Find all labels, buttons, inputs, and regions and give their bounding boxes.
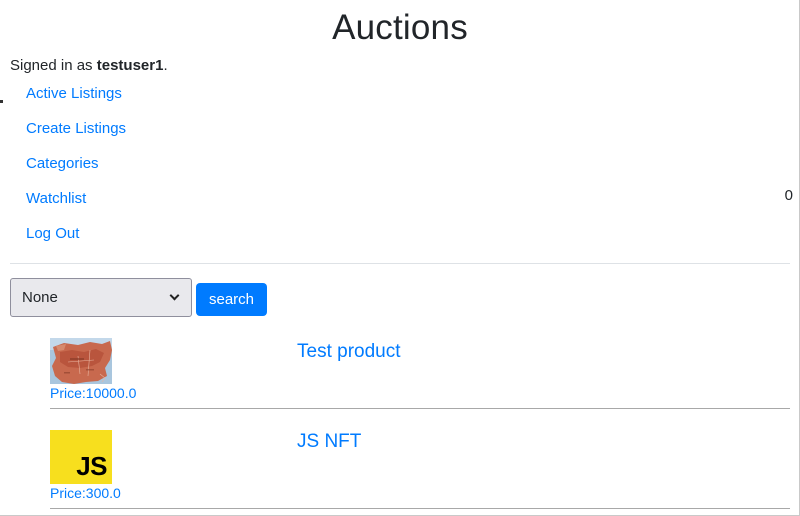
listing-price: Price:300.0 bbox=[50, 485, 121, 501]
listing-thumbnail-map[interactable] bbox=[50, 338, 112, 384]
listing-item: Test product Price:10000.0 bbox=[50, 338, 790, 410]
signed-in-suffix: . bbox=[163, 57, 168, 74]
nav-item-watchlist: Watchlist bbox=[26, 189, 126, 224]
nav-link-create-listings[interactable]: Create Listings bbox=[26, 120, 126, 137]
listing-item: JS JS NFT Price:300.0 bbox=[50, 430, 790, 510]
nav-item-log-out: Log Out bbox=[26, 224, 126, 259]
nav-item-create-listings: Create Listings bbox=[26, 119, 126, 154]
listing-title[interactable]: JS NFT bbox=[297, 431, 361, 453]
nav-link-watchlist[interactable]: Watchlist bbox=[26, 190, 86, 207]
nav-item-active-listings: Active Listings bbox=[26, 84, 126, 119]
page: Auctions Signed in as testuser1. Active … bbox=[0, 0, 800, 516]
nav-link-active-listings[interactable]: Active Listings bbox=[26, 85, 122, 102]
watchlist-count: 0 bbox=[784, 187, 793, 204]
signed-in-status: Signed in as testuser1. bbox=[10, 57, 168, 74]
search-button[interactable]: search bbox=[196, 283, 267, 316]
page-title: Auctions bbox=[332, 8, 468, 47]
js-logo-icon: JS bbox=[50, 430, 112, 484]
stray-mark bbox=[0, 100, 3, 103]
category-select[interactable]: None bbox=[10, 278, 192, 317]
signed-in-prefix: Signed in as bbox=[10, 57, 93, 74]
username: testuser1 bbox=[96, 57, 164, 74]
main-nav: Active Listings Create Listings Categori… bbox=[26, 84, 126, 259]
listing-divider bbox=[50, 508, 790, 509]
js-logo-text: JS bbox=[76, 451, 107, 481]
header-divider bbox=[10, 263, 790, 264]
listing-thumbnail-js[interactable]: JS bbox=[50, 430, 112, 484]
listing-divider bbox=[50, 408, 790, 409]
nav-link-categories[interactable]: Categories bbox=[26, 155, 99, 172]
chevron-down-icon bbox=[169, 290, 180, 301]
nav-item-categories: Categories bbox=[26, 154, 126, 189]
nav-link-log-out[interactable]: Log Out bbox=[26, 225, 79, 242]
map-image-icon bbox=[50, 338, 112, 384]
listing-title[interactable]: Test product bbox=[297, 341, 401, 363]
listing-price: Price:10000.0 bbox=[50, 385, 137, 401]
category-select-value: None bbox=[22, 289, 58, 306]
